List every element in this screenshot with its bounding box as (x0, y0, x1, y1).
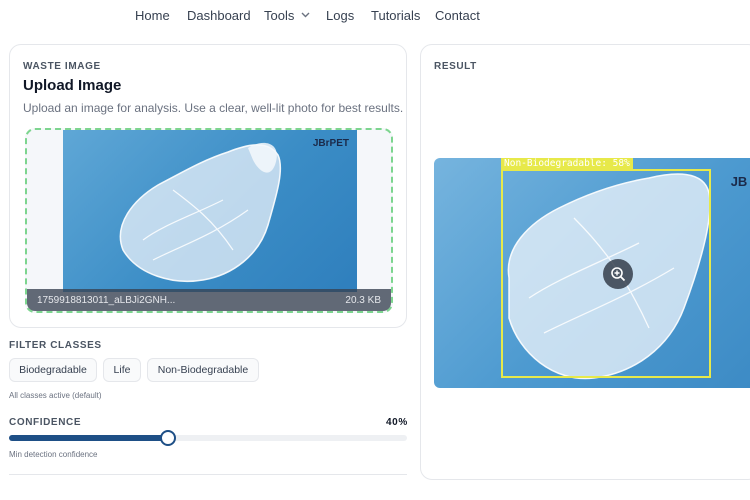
chip-life[interactable]: Life (103, 358, 141, 382)
result-label: RESULT (434, 61, 477, 72)
nav-dashboard[interactable]: Dashboard (187, 8, 251, 23)
nav-home[interactable]: Home (135, 8, 170, 23)
confidence-slider-handle[interactable] (160, 430, 177, 446)
confidence-label: CONFIDENCE (9, 417, 82, 428)
confidence-note: Min detection confidence (9, 450, 98, 459)
confidence-slider[interactable] (9, 430, 407, 446)
zoom-in-icon[interactable] (603, 259, 633, 289)
waste-image-label: WASTE IMAGE (23, 61, 101, 72)
nav-home-label: Home (135, 8, 170, 23)
file-name: 1759918813011_aLBJi2GNH... (37, 294, 176, 306)
result-image-logo: JB r (730, 174, 750, 189)
upload-card: WASTE IMAGE Upload Image Upload an image… (9, 44, 407, 328)
nav-tutorials[interactable]: Tutorials (371, 8, 420, 23)
thumbnail-logo: JBrPET (312, 138, 349, 149)
plastic-bag-illustration (119, 142, 282, 282)
detection-label: Non-Biodegradable: 58% (501, 158, 633, 170)
filter-classes-label: FILTER CLASSES (9, 340, 102, 351)
uploaded-image-thumbnail: JBrPET (63, 130, 357, 292)
filter-note: All classes active (default) (9, 391, 102, 400)
result-image[interactable]: Non-Biodegradable: 58% JB r (434, 158, 750, 388)
nav-logs[interactable]: Logs (326, 8, 354, 23)
chip-biodegradable[interactable]: Biodegradable (9, 358, 97, 382)
divider (9, 474, 407, 475)
top-nav: Home Dashboard Tools Logs Tutorials Cont… (0, 0, 750, 32)
file-size: 20.3 KB (345, 294, 381, 306)
confidence-slider-fill (9, 435, 169, 441)
chevron-down-icon (301, 10, 310, 21)
nav-logs-label: Logs (326, 8, 355, 23)
nav-tools-label: Tools (264, 8, 295, 23)
image-dropzone[interactable]: JBrPET 1759918813011_aLBJi2GNH... 20.3 K… (25, 128, 393, 313)
nav-contact[interactable]: Contact (435, 8, 480, 23)
upload-description: Upload an image for analysis. Use a clea… (23, 101, 404, 115)
file-info-bar: 1759918813011_aLBJi2GNH... 20.3 KB (27, 289, 391, 311)
upload-title: Upload Image (23, 77, 122, 94)
nav-dashboard-label: Dashboard (187, 8, 251, 23)
confidence-value: 40% (386, 417, 408, 428)
nav-contact-label: Contact (435, 8, 480, 23)
nav-tutorials-label: Tutorials (371, 8, 421, 23)
chip-non-biodegradable[interactable]: Non-Biodegradable (147, 358, 259, 382)
nav-tools[interactable]: Tools (264, 8, 310, 23)
